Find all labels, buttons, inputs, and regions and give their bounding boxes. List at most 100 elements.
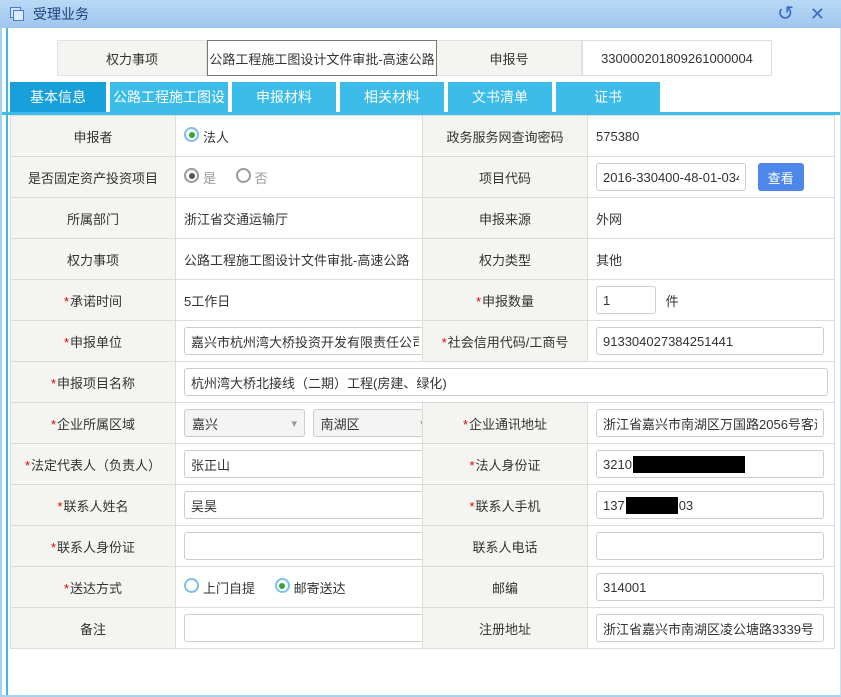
close-icon[interactable]: ✕: [810, 4, 825, 24]
company-address-input[interactable]: [596, 409, 824, 437]
legal-person-radio[interactable]: [184, 127, 199, 142]
delivery-pickup-label: 上门自提: [203, 581, 255, 596]
region-value: 嘉兴▾ 南湖区▾: [176, 403, 423, 444]
credit-code-value: [588, 321, 835, 362]
redaction-block: [633, 456, 745, 473]
power-item-label: 权力事项: [11, 239, 176, 280]
promise-time-value: 5工作日: [176, 280, 423, 321]
department-label: 所属部门: [11, 198, 176, 239]
table-row: 备注 注册地址: [11, 608, 835, 649]
legal-person-input[interactable]: [184, 450, 423, 478]
zipcode-label: 邮编: [423, 567, 588, 608]
doc-header: 权力事项 公路工程施工图设计文件审批-高速公路 申报号 330000201809…: [57, 40, 840, 76]
contact-phone-value: [588, 526, 835, 567]
view-button[interactable]: 查看: [758, 163, 804, 191]
contact-mobile-input[interactable]: 13703: [596, 491, 824, 519]
tab-basic-info[interactable]: 基本信息: [10, 82, 106, 112]
redaction-block: [626, 497, 678, 514]
power-type-label: 权力类型: [423, 239, 588, 280]
fixed-asset-value: 是 否: [176, 157, 423, 198]
table-row: *企业所属区域 嘉兴▾ 南湖区▾ *企业通讯地址: [11, 403, 835, 444]
table-row: *承诺时间 5工作日 *申报数量 件: [11, 280, 835, 321]
power-item-header-label: 权力事项: [57, 40, 207, 76]
company-address-value: [588, 403, 835, 444]
project-code-label: 项目代码: [423, 157, 588, 198]
declare-unit-input[interactable]: [184, 327, 423, 355]
contact-name-value: [176, 485, 423, 526]
remark-label: 备注: [11, 608, 176, 649]
power-item-value: 公路工程施工图设计文件审批-高速公路: [176, 239, 423, 280]
remark-value: [176, 608, 423, 649]
delivery-mail-label: 邮寄送达: [294, 581, 346, 596]
fixed-asset-no-radio: [236, 168, 251, 183]
table-row: *法定代表人（负责人） *法人身份证 3210: [11, 444, 835, 485]
declare-count-label: *申报数量: [423, 280, 588, 321]
window-titlebar: 受理业务 ↺ ✕: [0, 0, 841, 28]
table-row: *联系人姓名 *联系人手机 13703: [11, 485, 835, 526]
contact-phone-input[interactable]: [596, 532, 824, 560]
project-code-value: 查看: [588, 157, 835, 198]
query-password-value: 575380: [588, 116, 835, 157]
contact-name-input[interactable]: [184, 491, 423, 519]
company-address-label: *企业通讯地址: [423, 403, 588, 444]
legal-id-input[interactable]: 3210: [596, 450, 824, 478]
declare-unit-value: [176, 321, 423, 362]
table-row: 所属部门 浙江省交通运输厅 申报来源 外网: [11, 198, 835, 239]
contact-id-label: *联系人身份证: [11, 526, 176, 567]
table-row: 是否固定资产投资项目 是 否 项目代码 查看: [11, 157, 835, 198]
window-body: 权力事项 公路工程施工图设计文件审批-高速公路 申报号 330000201809…: [0, 28, 841, 697]
table-row: *联系人身份证 联系人电话: [11, 526, 835, 567]
tab-declare-materials[interactable]: 申报材料: [232, 82, 336, 112]
basic-info-form: 申报者 法人 政务服务网查询密码 575380 是否固定资产投资项目 是 否 项…: [10, 115, 835, 649]
promise-time-label: *承诺时间: [11, 280, 176, 321]
region-district-select[interactable]: 南湖区▾: [313, 409, 423, 437]
fixed-asset-yes-radio: [184, 168, 199, 183]
table-row: *申报单位 *社会信用代码/工商号: [11, 321, 835, 362]
power-type-value: 其他: [588, 239, 835, 280]
declare-source-value: 外网: [588, 198, 835, 239]
fixed-asset-no-label: 否: [255, 171, 268, 186]
contact-phone-label: 联系人电话: [423, 526, 588, 567]
project-code-input[interactable]: [596, 163, 746, 191]
declare-source-label: 申报来源: [423, 198, 588, 239]
tab-related-materials[interactable]: 相关材料: [340, 82, 444, 112]
contact-id-input[interactable]: [184, 532, 423, 560]
tab-document-list[interactable]: 文书清单: [448, 82, 552, 112]
delivery-label: *送达方式: [11, 567, 176, 608]
reg-address-label: 注册地址: [423, 608, 588, 649]
delivery-pickup-radio[interactable]: [184, 578, 199, 593]
declare-count-input[interactable]: [596, 286, 656, 314]
reg-address-input[interactable]: [596, 614, 824, 642]
legal-id-label: *法人身份证: [423, 444, 588, 485]
remark-input[interactable]: [184, 614, 423, 642]
region-city-select[interactable]: 嘉兴▾: [184, 409, 305, 437]
delivery-value: 上门自提 邮寄送达: [176, 567, 423, 608]
department-value: 浙江省交通运输厅: [176, 198, 423, 239]
region-label: *企业所属区域: [11, 403, 176, 444]
tab-highway-design[interactable]: 公路工程施工图设: [110, 82, 228, 112]
tab-certificate[interactable]: 证书: [556, 82, 660, 112]
reg-address-value: [588, 608, 835, 649]
chevron-down-icon: ▾: [291, 417, 297, 430]
refresh-icon[interactable]: ↺: [777, 4, 794, 24]
declarant-label: 申报者: [11, 116, 176, 157]
legal-person-label: *法定代表人（负责人）: [11, 444, 176, 485]
declare-unit-label: *申报单位: [11, 321, 176, 362]
table-row: 权力事项 公路工程施工图设计文件审批-高速公路 权力类型 其他: [11, 239, 835, 280]
declare-count-unit: 件: [666, 294, 679, 309]
legal-person-value: [176, 444, 423, 485]
declare-no-header-value: 330000201809261000004: [582, 40, 772, 76]
project-name-input[interactable]: [184, 368, 828, 396]
project-name-value: [176, 362, 835, 403]
credit-code-input[interactable]: [596, 327, 824, 355]
zipcode-input[interactable]: [596, 573, 824, 601]
contact-name-label: *联系人姓名: [11, 485, 176, 526]
window-title: 受理业务: [33, 4, 89, 24]
delivery-mail-radio[interactable]: [275, 578, 290, 593]
contact-mobile-value: 13703: [588, 485, 835, 526]
tab-bar: 基本信息 公路工程施工图设 申报材料 相关材料 文书清单 证书: [10, 82, 840, 112]
zipcode-value: [588, 567, 835, 608]
table-row: *申报项目名称: [11, 362, 835, 403]
declarant-value: 法人: [176, 116, 423, 157]
credit-code-label: *社会信用代码/工商号: [423, 321, 588, 362]
